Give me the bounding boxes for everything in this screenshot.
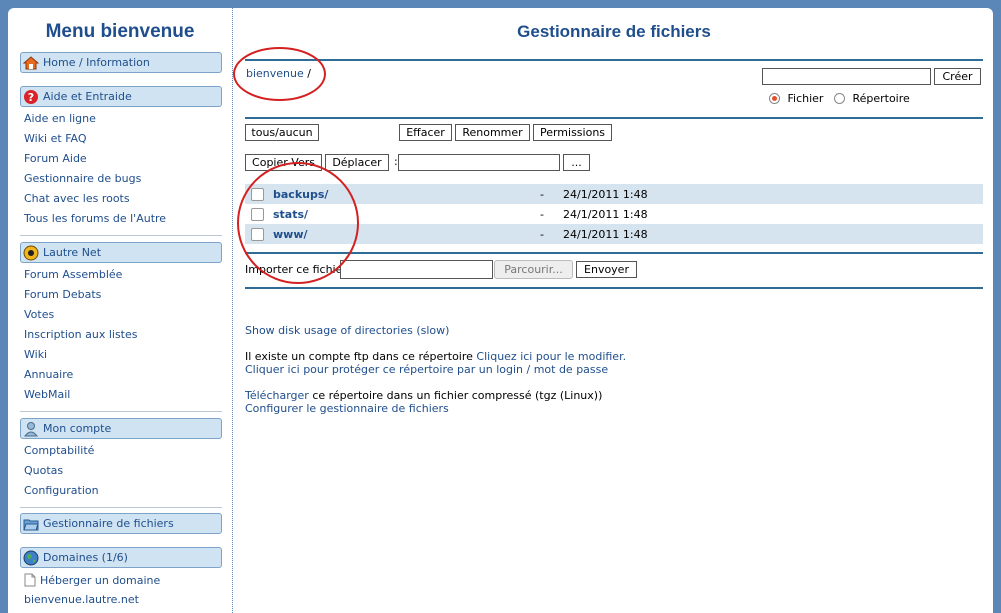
divider	[245, 117, 983, 119]
net-label: Lautre Net	[43, 246, 102, 259]
file-size: -	[540, 208, 544, 221]
lautre-net-icon	[23, 245, 39, 261]
home-icon	[22, 55, 40, 71]
compte-list: Comptabilité Quotas Configuration	[20, 439, 222, 508]
svg-text:?: ?	[28, 91, 34, 104]
import-send-button[interactable]: Envoyer	[576, 261, 637, 278]
divider	[245, 59, 983, 61]
menu-title: Menu bienvenue	[45, 21, 195, 42]
select-all-button[interactable]: tous/aucun	[245, 124, 319, 141]
menu-section-domaines: Domaines (1/6) Héberger un domaine bienv…	[20, 547, 222, 610]
create-type-radios: Fichier Répertoire	[769, 92, 910, 105]
menu-item-comptabilite[interactable]: Comptabilité	[20, 441, 222, 461]
configure-link[interactable]: Configurer le gestionnaire de fichiers	[245, 402, 449, 415]
download-link[interactable]: Télécharger	[245, 389, 309, 402]
import-file-input[interactable]	[340, 260, 493, 279]
move-button[interactable]: Déplacer	[325, 154, 389, 171]
aide-list: Aide en ligne Wiki et FAQ Forum Aide Ges…	[20, 107, 222, 236]
menu-item-annuaire[interactable]: Annuaire	[20, 365, 222, 385]
menu-item-configuration[interactable]: Configuration	[20, 481, 222, 501]
aide-header[interactable]: ? Aide et Entraide	[20, 86, 222, 107]
menu-item-wiki[interactable]: Wiki	[20, 345, 222, 365]
user-icon	[23, 421, 39, 437]
create-name-input[interactable]	[762, 68, 931, 85]
create-button[interactable]: Créer	[934, 68, 981, 85]
net-list: Forum Assemblée Forum Debats Votes Inscr…	[20, 263, 222, 412]
left-menu: Menu bienvenue Home / Information ? Aide…	[8, 8, 233, 613]
menu-item-bugs[interactable]: Gestionnaire de bugs	[20, 169, 222, 189]
menu-item-forum-assemblee[interactable]: Forum Assemblée	[20, 265, 222, 285]
menu-section-gestion: Gestionnaire de fichiers	[20, 513, 222, 534]
menu-section-aide: ? Aide et Entraide Aide en ligne Wiki et…	[20, 86, 222, 236]
domaines-label: Domaines (1/6)	[43, 551, 128, 564]
home-label: Home / Information	[43, 56, 150, 69]
menu-item-chat[interactable]: Chat avec les roots	[20, 189, 222, 209]
file-date: 24/1/2011 1:48	[563, 188, 648, 201]
main-content: Gestionnaire de fichiers bienvenue / Cré…	[233, 8, 983, 613]
rename-button[interactable]: Renommer	[455, 124, 530, 141]
file-size: -	[540, 188, 544, 201]
file-row: backups/ - 24/1/2011 1:48	[245, 184, 983, 204]
compte-label: Mon compte	[43, 422, 112, 435]
heberger-label: Héberger un domaine	[40, 573, 161, 587]
menu-item-aide-en-ligne[interactable]: Aide en ligne	[20, 109, 222, 129]
file-manager-label: Gestionnaire de fichiers	[43, 517, 174, 530]
annotation-circle	[237, 162, 359, 284]
menu-item-inscription[interactable]: Inscription aux listes	[20, 325, 222, 345]
page-frame: Menu bienvenue Home / Information ? Aide…	[8, 8, 993, 613]
download-text: ce répertoire dans un fichier compressé …	[312, 389, 603, 402]
divider	[245, 252, 983, 254]
menu-item-votes[interactable]: Votes	[20, 305, 222, 325]
aide-label: Aide et Entraide	[43, 90, 132, 103]
menu-item-forum-aide[interactable]: Forum Aide	[20, 149, 222, 169]
menu-item-heberger[interactable]: Héberger un domaine	[20, 570, 222, 590]
ftp-modify-link[interactable]: Cliquez ici pour le modifier.	[476, 350, 626, 363]
destination-input[interactable]	[398, 154, 560, 171]
divider	[245, 287, 983, 289]
permissions-button[interactable]: Permissions	[533, 124, 612, 141]
radio-repertoire[interactable]	[833, 93, 845, 104]
menu-item-webmail[interactable]: WebMail	[20, 385, 222, 405]
file-date: 24/1/2011 1:48	[563, 208, 648, 221]
net-header[interactable]: Lautre Net	[20, 242, 222, 263]
help-icon: ?	[23, 89, 39, 105]
domaines-header[interactable]: Domaines (1/6)	[20, 547, 222, 568]
domaines-list: Héberger un domaine bienvenue.lautre.net	[20, 568, 222, 610]
page-title: Gestionnaire de fichiers	[517, 22, 711, 41]
page-icon	[24, 573, 36, 587]
menu-section-net: Lautre Net Forum Assemblée Forum Debats …	[20, 242, 222, 412]
radio-fichier[interactable]	[769, 93, 780, 104]
disk-usage-link[interactable]: Show disk usage of directories (slow)	[245, 324, 449, 337]
browse-destination-button[interactable]: ...	[563, 154, 590, 171]
menu-item-quotas[interactable]: Quotas	[20, 461, 222, 481]
menu-item-wiki-faq[interactable]: Wiki et FAQ	[20, 129, 222, 149]
globe-icon	[23, 550, 39, 566]
download-notice: Télécharger ce répertoire dans un fichie…	[245, 389, 602, 402]
protect-directory-link[interactable]: Cliquer ici pour protéger ce répertoire …	[245, 363, 608, 376]
menu-section-home: Home / Information	[20, 52, 222, 73]
ftp-text: Il existe un compte ftp dans ce répertoi…	[245, 350, 473, 363]
menu-item-forums[interactable]: Tous les forums de l'Autre	[20, 209, 222, 229]
folder-icon	[23, 516, 39, 532]
file-size: -	[540, 228, 544, 241]
delete-button[interactable]: Effacer	[399, 124, 452, 141]
compte-header[interactable]: Mon compte	[20, 418, 222, 439]
file-date: 24/1/2011 1:48	[563, 228, 648, 241]
radio-fichier-label: Fichier	[787, 92, 824, 105]
home-link[interactable]: Home / Information	[20, 52, 222, 73]
menu-item-domain[interactable]: bienvenue.lautre.net	[20, 590, 222, 610]
menu-item-forum-debats[interactable]: Forum Debats	[20, 285, 222, 305]
import-browse-button[interactable]: Parcourir...	[494, 260, 573, 279]
menu-section-compte: Mon compte Comptabilité Quotas Configura…	[20, 418, 222, 508]
radio-repertoire-label: Répertoire	[852, 92, 910, 105]
annotation-circle	[233, 47, 326, 101]
ftp-notice: Il existe un compte ftp dans ce répertoi…	[245, 350, 626, 363]
file-manager-link[interactable]: Gestionnaire de fichiers	[20, 513, 222, 534]
